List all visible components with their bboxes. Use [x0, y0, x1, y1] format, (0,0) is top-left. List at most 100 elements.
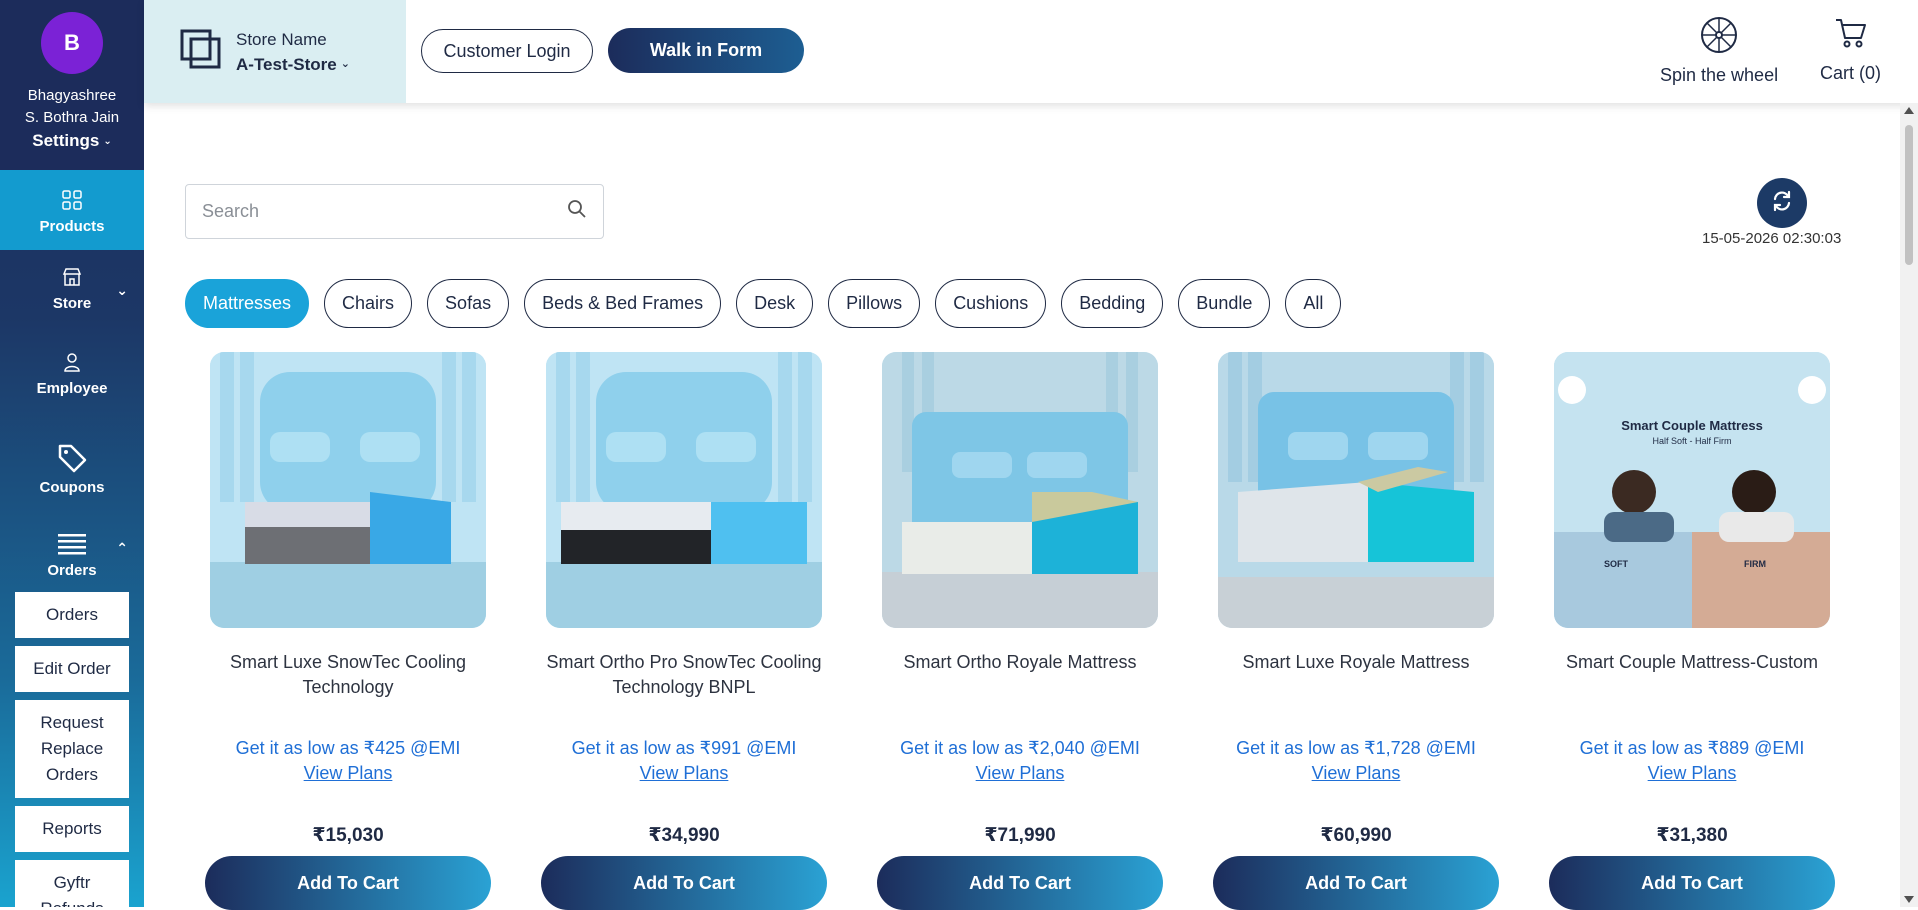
- view-plans-link[interactable]: View Plans: [640, 761, 729, 786]
- store-layers-icon: [180, 29, 222, 74]
- store-label: Store Name: [236, 29, 327, 49]
- submenu-request-replace-orders[interactable]: Request Replace Orders: [15, 700, 129, 798]
- store-value: A-Test-Store: [236, 54, 337, 74]
- tag-icon: [55, 441, 89, 475]
- add-to-cart-button[interactable]: Add To Cart: [877, 856, 1163, 910]
- product-grid: Smart Luxe SnowTec Cooling Technology Ge…: [205, 352, 1835, 910]
- vertical-scrollbar[interactable]: [1900, 103, 1918, 907]
- view-plans-link[interactable]: View Plans: [1648, 761, 1737, 786]
- sidebar-item-employee[interactable]: Employee: [0, 324, 144, 420]
- store-text: Store Name A-Test-Store ⌄: [236, 27, 350, 77]
- search-input[interactable]: [202, 201, 567, 222]
- submenu-gyftr-refunds[interactable]: Gyftr Refunds: [15, 860, 129, 907]
- category-bedding[interactable]: Bedding: [1061, 279, 1164, 328]
- category-all[interactable]: All: [1285, 279, 1342, 328]
- product-image[interactable]: [882, 352, 1158, 628]
- category-bundle[interactable]: Bundle: [1178, 279, 1271, 328]
- sidebar-item-label: Coupons: [39, 478, 105, 496]
- scroll-down-arrow-icon[interactable]: [1904, 896, 1914, 903]
- sidebar-item-label: Employee: [36, 379, 108, 397]
- scroll-up-arrow-icon[interactable]: [1904, 107, 1914, 114]
- add-to-cart-button[interactable]: Add To Cart: [1213, 856, 1499, 910]
- spin-label: Spin the wheel: [1660, 65, 1779, 85]
- category-beds-bed-frames[interactable]: Beds & Bed Frames: [524, 279, 722, 328]
- product-price: ₹71,990: [984, 825, 1056, 846]
- product-card: Smart Ortho Royale Mattress Get it as lo…: [877, 352, 1163, 910]
- product-title: Smart Luxe Royale Mattress: [1242, 652, 1470, 672]
- category-sofas[interactable]: Sofas: [427, 279, 510, 328]
- submenu-reports[interactable]: Reports: [15, 806, 129, 852]
- menu-icon: [58, 530, 86, 558]
- walk-in-form-button[interactable]: Walk in Form: [608, 28, 804, 73]
- search-box[interactable]: [185, 184, 604, 239]
- sidebar-item-label: Store: [52, 294, 92, 312]
- chevron-down-icon[interactable]: ⌄: [116, 282, 128, 299]
- product-title: Smart Ortho Royale Mattress: [903, 652, 1137, 672]
- product-image[interactable]: [546, 352, 822, 628]
- product-emi: Get it as low as ₹2,040 @EMI: [900, 738, 1140, 758]
- product-emi: Get it as low as ₹889 @EMI: [1579, 738, 1805, 758]
- image-subheading: Half Soft - Half Firm: [1652, 436, 1732, 446]
- add-to-cart-button[interactable]: Add To Cart: [1549, 856, 1835, 910]
- product-image[interactable]: [210, 352, 486, 628]
- avatar[interactable]: B: [41, 12, 103, 74]
- refresh-icon: [1770, 189, 1794, 218]
- refresh-button[interactable]: [1757, 178, 1807, 228]
- product-card: Smart Ortho Pro SnowTec Cooling Technolo…: [541, 352, 827, 910]
- grid-icon: [58, 186, 86, 214]
- submenu-edit-order[interactable]: Edit Order: [15, 646, 129, 692]
- category-chairs[interactable]: Chairs: [324, 279, 413, 328]
- search-icon[interactable]: [567, 199, 587, 224]
- product-price: ₹34,990: [648, 825, 720, 846]
- view-plans-link[interactable]: View Plans: [976, 761, 1065, 786]
- sidebar-item-orders[interactable]: Orders ⌃: [0, 516, 144, 592]
- add-to-cart-button[interactable]: Add To Cart: [205, 856, 491, 910]
- sidebar: B Bhagyashree S. Bothra Jain Settings ⌄ …: [0, 0, 144, 907]
- scroll-thumb[interactable]: [1905, 125, 1913, 265]
- sidebar-item-store[interactable]: Store ⌄: [0, 250, 144, 324]
- image-firm-label: FIRM: [1744, 559, 1766, 569]
- profile-section: B Bhagyashree S. Bothra Jain Settings ⌄: [0, 0, 144, 170]
- sidebar-item-products[interactable]: Products: [0, 170, 144, 250]
- chevron-down-icon: ⌄: [103, 135, 112, 147]
- product-card: Smart Luxe Royale Mattress Get it as low…: [1213, 352, 1499, 910]
- product-card: Smart Couple Mattress Half Soft - Half F…: [1549, 352, 1835, 910]
- add-to-cart-button[interactable]: Add To Cart: [541, 856, 827, 910]
- spin-the-wheel-button[interactable]: Spin the wheel: [1660, 16, 1778, 86]
- sidebar-item-coupons[interactable]: Coupons: [0, 420, 144, 516]
- category-tabs: Mattresses Chairs Sofas Beds & Bed Frame…: [185, 279, 1342, 328]
- category-mattresses[interactable]: Mattresses: [185, 279, 310, 328]
- settings-dropdown[interactable]: Settings ⌄: [32, 131, 111, 151]
- submenu-orders[interactable]: Orders: [15, 592, 129, 638]
- user-name-line1: Bhagyashree: [27, 87, 117, 104]
- image-heading: Smart Couple Mattress: [1621, 418, 1763, 433]
- product-emi: Get it as low as ₹425 @EMI: [235, 738, 461, 758]
- view-plans-link[interactable]: View Plans: [304, 761, 393, 786]
- chevron-up-icon[interactable]: ⌃: [116, 540, 128, 557]
- sidebar-item-label: Orders: [47, 561, 97, 579]
- view-plans-link[interactable]: View Plans: [1312, 761, 1401, 786]
- product-title: Smart Luxe SnowTec Cooling Technology: [229, 652, 467, 697]
- store-icon: [58, 263, 86, 291]
- product-price: ₹60,990: [1320, 825, 1392, 846]
- product-title: Smart Ortho Pro SnowTec Cooling Technolo…: [546, 652, 822, 697]
- product-title: Smart Couple Mattress-Custom: [1565, 652, 1819, 672]
- product-price: ₹15,030: [312, 825, 384, 846]
- category-cushions[interactable]: Cushions: [935, 279, 1047, 328]
- product-price: ₹31,380: [1656, 825, 1728, 846]
- product-image[interactable]: [1218, 352, 1494, 628]
- wheel-icon: [1700, 16, 1738, 59]
- customer-login-button[interactable]: Customer Login: [421, 29, 593, 73]
- product-card: Smart Luxe SnowTec Cooling Technology Ge…: [205, 352, 491, 910]
- settings-label: Settings: [32, 131, 100, 150]
- store-selector[interactable]: Store Name A-Test-Store ⌄: [144, 0, 406, 103]
- product-image[interactable]: Smart Couple Mattress Half Soft - Half F…: [1554, 352, 1830, 628]
- chevron-down-icon: ⌄: [340, 57, 350, 70]
- category-desk[interactable]: Desk: [736, 279, 814, 328]
- top-bar: Store Name A-Test-Store ⌄ Customer Login…: [144, 0, 1918, 103]
- store-name[interactable]: A-Test-Store ⌄: [236, 52, 350, 77]
- cart-label: Cart (0): [1820, 63, 1882, 83]
- category-pillows[interactable]: Pillows: [828, 279, 921, 328]
- timestamp: 15-05-2026 02:30:03: [1702, 230, 1842, 247]
- cart-button[interactable]: Cart (0): [1820, 16, 1881, 84]
